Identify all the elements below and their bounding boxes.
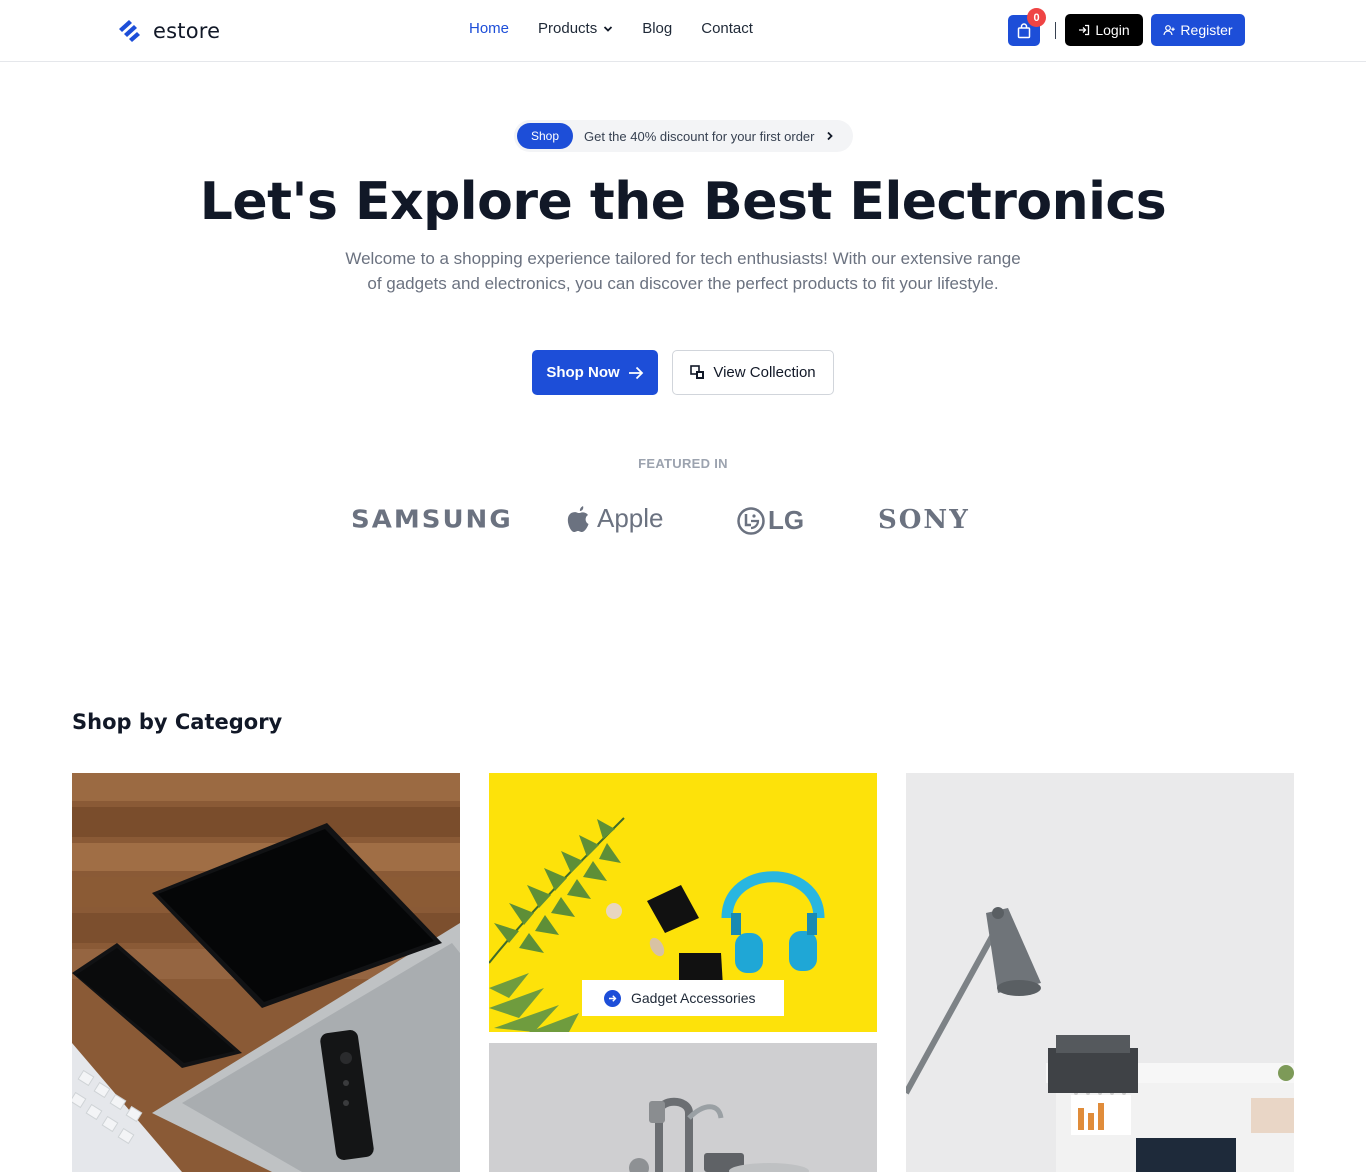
cart-count-badge: 0 — [1027, 8, 1046, 27]
register-label: Register — [1180, 22, 1233, 38]
hero-subtitle: Welcome to a shopping experience tailore… — [345, 249, 1021, 293]
nav-home[interactable]: Home — [469, 20, 509, 37]
category-tile-devices[interactable] — [72, 773, 460, 1172]
gadget-accessories-label: Gadget Accessories — [631, 990, 756, 1006]
lg-emblem-icon — [737, 506, 765, 535]
lg-wordmark: LG — [768, 505, 805, 535]
shop-now-button[interactable]: Shop Now — [532, 350, 658, 395]
login-button[interactable]: Login — [1065, 14, 1143, 46]
apple-icon — [567, 505, 589, 532]
category-tile-office[interactable] — [906, 773, 1294, 1172]
apple-logo: Apple — [565, 503, 664, 534]
user-plus-icon — [1163, 25, 1176, 36]
register-button[interactable]: Register — [1151, 14, 1245, 46]
category-tile-gadget-accessories[interactable]: Gadget Accessories — [489, 773, 877, 1032]
lg-logo: LG — [737, 505, 804, 536]
apple-wordmark: Apple — [597, 503, 664, 533]
arrow-right-icon — [628, 366, 643, 379]
main-nav: Home Products Blog Contact — [469, 20, 753, 37]
site-header: estore Home Products Blog Contact 0 Logi… — [0, 0, 1366, 62]
nav-products[interactable]: Products — [538, 20, 613, 37]
promo-tag: Shop — [517, 123, 573, 149]
promo-banner[interactable]: Shop Get the 40% discount for your first… — [514, 120, 853, 152]
chevron-down-icon — [604, 25, 613, 32]
chevron-right-icon — [826, 131, 833, 141]
view-collection-button[interactable]: View Collection — [672, 350, 834, 395]
samsung-logo: SAMSUNG — [351, 505, 513, 535]
category-tile-appliances[interactable] — [489, 1043, 877, 1172]
sign-in-icon — [1079, 24, 1090, 36]
gadget-accessories-label-button[interactable]: Gadget Accessories — [582, 980, 784, 1016]
login-label: Login — [1095, 22, 1130, 38]
shopping-bag-icon — [1017, 22, 1031, 38]
devices-photo — [72, 773, 460, 1172]
appliances-photo — [489, 1043, 877, 1172]
brand-name: estore — [153, 19, 221, 43]
office-photo — [906, 773, 1294, 1172]
view-collection-label: View Collection — [713, 364, 816, 381]
nav-contact[interactable]: Contact — [701, 20, 753, 37]
category-section-title: Shop by Category — [72, 710, 283, 734]
estore-logo-icon — [119, 20, 140, 42]
header-divider — [1055, 22, 1056, 39]
featured-label: FEATURED IN — [638, 456, 728, 471]
hero-title: Let's Explore the Best Electronics — [199, 172, 1167, 232]
sony-logo: SONY — [878, 505, 970, 535]
shop-now-label: Shop Now — [546, 364, 620, 381]
promo-text: Get the 40% discount for your first orde… — [584, 128, 815, 144]
arrow-circle-icon — [604, 989, 621, 1007]
collection-icon — [690, 365, 705, 379]
nav-blog[interactable]: Blog — [642, 20, 672, 37]
brand-logo[interactable]: estore — [115, 17, 220, 45]
nav-products-label: Products — [538, 20, 598, 37]
